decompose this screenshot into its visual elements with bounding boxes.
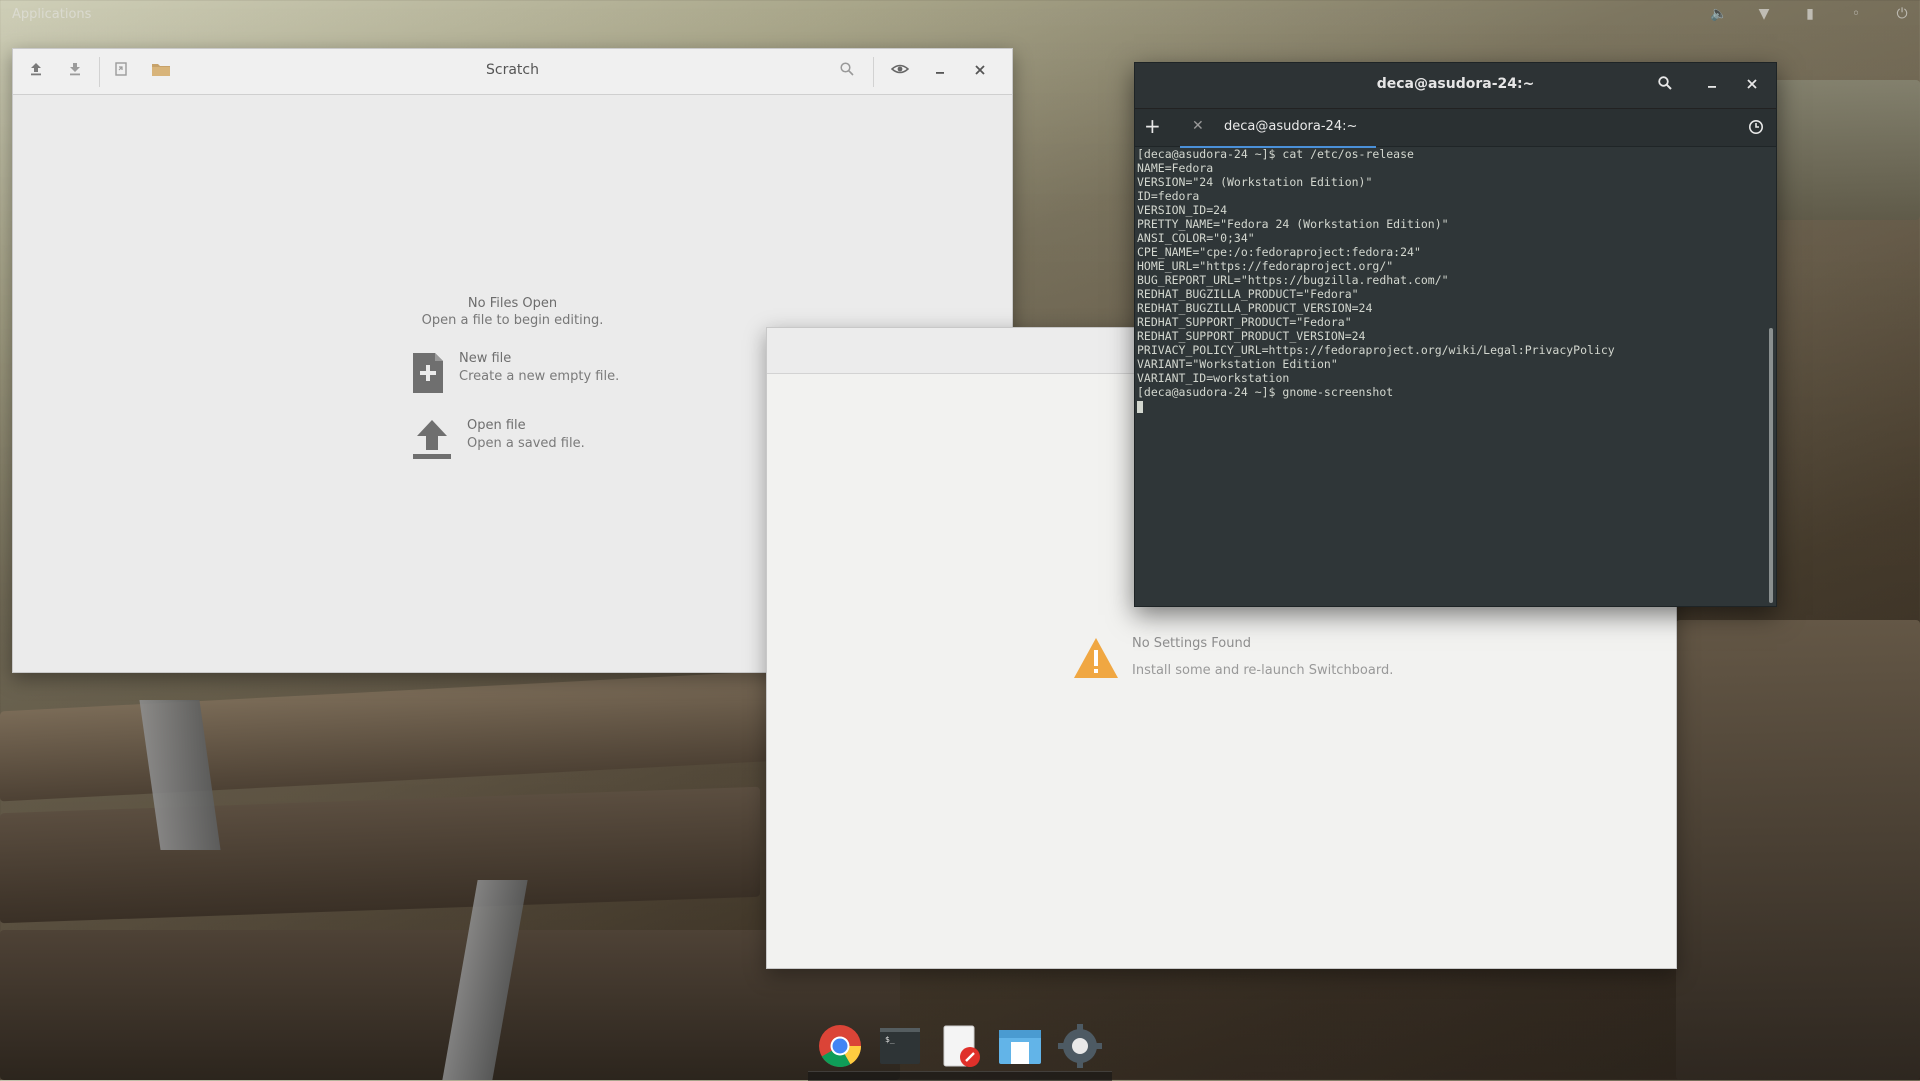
new-file-description: Create a new empty file. [459, 369, 620, 384]
notification-icon[interactable]: ◦ [1848, 6, 1864, 22]
no-files-subtitle: Open a file to begin editing. [421, 313, 604, 328]
chrome-icon[interactable] [816, 1022, 864, 1070]
preview-icon[interactable] [889, 61, 911, 83]
no-settings-message: No Settings Found Install some and re-la… [1072, 636, 1393, 684]
scratch-editor-icon[interactable] [936, 1022, 984, 1070]
toolbar-separator [873, 57, 874, 87]
tab-label: deca@asudora-24:~ [1224, 119, 1358, 134]
close-icon[interactable] [1741, 75, 1763, 97]
open-file-icon [411, 418, 453, 466]
wallpaper-plank [0, 786, 760, 924]
window-title: Scratch [486, 62, 539, 78]
power-icon[interactable]: ⏻ [1894, 6, 1910, 22]
minimize-icon[interactable] [929, 61, 951, 83]
close-icon[interactable] [969, 61, 991, 83]
close-tab-icon[interactable]: ✕ [1192, 118, 1204, 134]
open-file-action[interactable]: Open file Open a saved file. [411, 418, 585, 466]
terminal-cursor [1137, 400, 1143, 413]
settings-icon[interactable] [1056, 1022, 1104, 1070]
new-file-action[interactable]: New file Create a new empty file. [411, 351, 619, 399]
applications-menu[interactable]: Applications [12, 7, 91, 22]
open-file-description: Open a saved file. [467, 436, 585, 451]
no-settings-title: No Settings Found [1132, 636, 1251, 651]
search-icon[interactable] [1654, 75, 1676, 97]
terminal-window: deca@asudora-24:~ + ✕ deca@asudora-24:~ … [1134, 62, 1777, 607]
appcenter-icon[interactable] [996, 1022, 1044, 1070]
history-icon[interactable] [1748, 119, 1764, 139]
wallpaper-plank [0, 668, 820, 802]
minimize-icon[interactable] [1701, 75, 1723, 97]
new-file-label: New file [459, 351, 512, 366]
svg-text:$_: $_ [885, 1035, 895, 1044]
top-panel: Applications 🔈 ▼ ▮ ◦ ⏻ [0, 0, 1920, 30]
dock: $_ [808, 1012, 1112, 1080]
new-tab-icon[interactable]: + [1144, 115, 1161, 137]
terminal-title: deca@asudora-24:~ [1376, 76, 1535, 92]
wifi-icon[interactable]: ▼ [1756, 6, 1772, 22]
search-icon[interactable] [836, 61, 858, 83]
wallpaper-plank [1676, 620, 1920, 1080]
terminal-scrollbar[interactable] [1769, 328, 1773, 603]
system-tray: 🔈 ▼ ▮ ◦ ⏻ [1710, 6, 1910, 22]
terminal-text: [deca@asudora-24 ~]$ cat /etc/os-release… [1137, 147, 1615, 399]
battery-icon[interactable]: ▮ [1802, 6, 1818, 22]
scratch-headerbar: Scratch [13, 49, 1012, 95]
tab-terminal[interactable]: ✕ deca@asudora-24:~ [1180, 109, 1376, 148]
volume-icon[interactable]: 🔈 [1710, 6, 1727, 22]
terminal-output[interactable]: [deca@asudora-24 ~]$ cat /etc/os-release… [1137, 147, 1764, 606]
no-settings-description: Install some and re-launch Switchboard. [1132, 663, 1394, 678]
open-file-label: Open file [467, 418, 526, 433]
warning-icon [1072, 636, 1120, 684]
terminal-headerbar: deca@asudora-24:~ [1135, 63, 1776, 109]
welcome-message: No Files Open Open a file to begin editi… [13, 296, 1012, 328]
new-file-icon [411, 351, 445, 399]
terminal-tabbar: + ✕ deca@asudora-24:~ [1135, 109, 1776, 148]
terminal-icon[interactable]: $_ [876, 1022, 924, 1070]
no-files-title: No Files Open [467, 296, 558, 311]
